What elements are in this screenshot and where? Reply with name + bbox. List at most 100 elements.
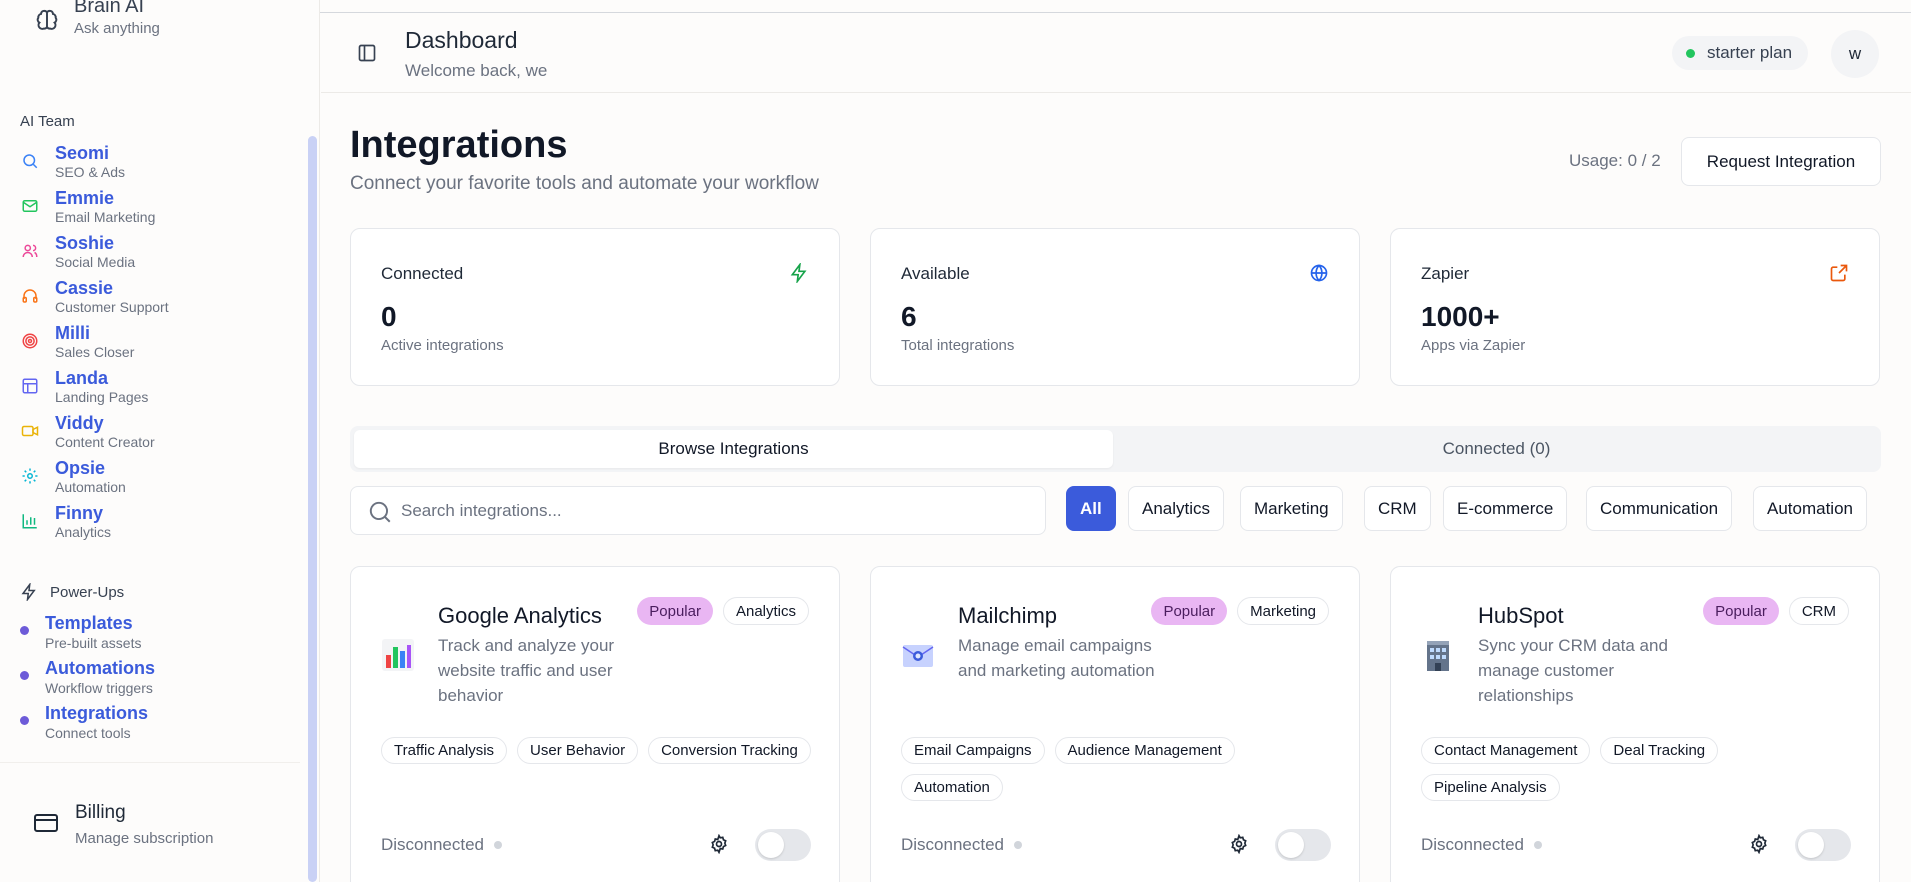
plan-text: starter plan bbox=[1707, 43, 1793, 62]
brand-name: Brain AI bbox=[74, 0, 145, 17]
sidebar-item-opsie[interactable]: Opsie Automation bbox=[20, 458, 290, 502]
stat-value: 0 bbox=[381, 301, 397, 332]
dot-icon bbox=[20, 671, 29, 680]
power-ups-label: Power-Ups bbox=[20, 583, 124, 601]
filter-communication[interactable]: Communication bbox=[1586, 486, 1733, 531]
dot-icon bbox=[20, 626, 29, 635]
stat-desc: Apps via Zapier bbox=[1421, 337, 1526, 354]
powerup-desc: Connect tools bbox=[45, 725, 131, 741]
feature-tag: Traffic Analysis bbox=[381, 737, 508, 764]
ai-team-label: AI Team bbox=[20, 113, 75, 130]
stat-label: Connected bbox=[381, 264, 464, 283]
agent-desc: Automation bbox=[55, 479, 126, 495]
connect-toggle[interactable] bbox=[1275, 829, 1331, 861]
status-text: Disconnected bbox=[901, 835, 1005, 854]
sidebar: Brain AI Ask anything AI Team Seomi SEO &… bbox=[0, 0, 320, 882]
target-icon bbox=[20, 331, 40, 351]
sidebar-item-emmie[interactable]: Emmie Email Marketing bbox=[20, 188, 290, 232]
status-dot-icon bbox=[1686, 48, 1695, 58]
powerup-name: Automations bbox=[45, 658, 155, 678]
plan-badge[interactable]: starter plan bbox=[1672, 36, 1809, 70]
sidebar-item-templates[interactable]: Templates Pre-built assets bbox=[20, 612, 141, 652]
sidebar-item-automations[interactable]: Automations Workflow triggers bbox=[20, 657, 155, 697]
gear-icon[interactable] bbox=[1749, 833, 1769, 859]
sidebar-item-landa[interactable]: Landa Landing Pages bbox=[20, 368, 290, 412]
agent-name: Finny bbox=[55, 503, 103, 523]
brand[interactable]: Brain AI Ask anything bbox=[32, 0, 160, 48]
filter-crm[interactable]: CRM bbox=[1364, 486, 1431, 531]
external-link-icon[interactable] bbox=[1829, 263, 1849, 288]
filter-automation[interactable]: Automation bbox=[1753, 486, 1867, 531]
sidebar-item-viddy[interactable]: Viddy Content Creator bbox=[20, 413, 290, 457]
header-title: Dashboard bbox=[405, 27, 518, 53]
brand-subtitle: Ask anything bbox=[74, 19, 160, 37]
powerup-desc: Workflow triggers bbox=[45, 680, 153, 696]
agent-desc: Social Media bbox=[55, 254, 136, 270]
sidebar-item-integrations[interactable]: Integrations Connect tools bbox=[20, 702, 148, 742]
agent-name: Seomi bbox=[55, 143, 110, 163]
page-title: Integrations bbox=[350, 124, 568, 166]
top-header: Dashboard Welcome back, we starter plan … bbox=[321, 13, 1911, 93]
sidebar-item-milli[interactable]: Milli Sales Closer bbox=[20, 323, 290, 367]
agent-desc: Email Marketing bbox=[55, 209, 156, 225]
globe-icon bbox=[1309, 263, 1329, 288]
toggle-knob bbox=[758, 832, 784, 858]
agent-desc: Sales Closer bbox=[55, 344, 135, 360]
connect-toggle[interactable] bbox=[755, 829, 811, 861]
dot-icon bbox=[20, 716, 29, 725]
zap-icon bbox=[20, 583, 38, 601]
stat-card-zapier: Zapier 1000+ Apps via Zapier bbox=[1390, 228, 1880, 386]
layout-icon bbox=[20, 376, 40, 396]
gear-icon[interactable] bbox=[1229, 833, 1249, 859]
popular-badge: Popular bbox=[1703, 597, 1779, 625]
feature-tag: Pipeline Analysis bbox=[1421, 774, 1560, 801]
filter-analytics[interactable]: Analytics bbox=[1128, 486, 1225, 531]
sidebar-item-soshie[interactable]: Soshie Social Media bbox=[20, 233, 290, 277]
popular-badge: Popular bbox=[1151, 597, 1228, 625]
billing-link[interactable]: Billing Manage subscription bbox=[0, 762, 300, 882]
filter-all[interactable]: All bbox=[1066, 486, 1116, 531]
gear-icon bbox=[20, 466, 40, 486]
video-icon bbox=[20, 421, 40, 441]
tab-connected[interactable]: Connected (0) bbox=[1117, 430, 1876, 468]
agent-name: Landa bbox=[55, 368, 109, 388]
connect-toggle[interactable] bbox=[1795, 829, 1851, 861]
feature-tag: User Behavior bbox=[517, 737, 639, 764]
bar-chart-icon bbox=[20, 511, 40, 531]
tab-browse-integrations[interactable]: Browse Integrations bbox=[354, 430, 1113, 468]
sidebar-scrollbar[interactable] bbox=[308, 136, 317, 882]
building-logo-icon bbox=[1421, 637, 1455, 673]
stat-label: Available bbox=[901, 264, 970, 283]
status-dot-icon bbox=[1534, 841, 1543, 849]
sidebar-toggle-icon[interactable] bbox=[357, 43, 377, 68]
integration-card-mailchimp: Mailchimp Popular Marketing Manage email … bbox=[870, 566, 1360, 882]
integration-card-hubspot: HubSpot Popular CRM Sync your CRM data an… bbox=[1390, 566, 1880, 882]
gear-icon[interactable] bbox=[709, 833, 729, 859]
agent-name: Cassie bbox=[55, 278, 114, 298]
filter-ecommerce[interactable]: E-commerce bbox=[1443, 486, 1568, 531]
billing-name: Billing bbox=[75, 802, 126, 823]
feature-tag: Contact Management bbox=[1421, 737, 1591, 764]
sidebar-item-cassie[interactable]: Cassie Customer Support bbox=[20, 278, 290, 322]
feature-tag: Automation bbox=[901, 774, 1003, 801]
status-dot-icon bbox=[494, 841, 503, 849]
sidebar-item-seomi[interactable]: Seomi SEO & Ads bbox=[20, 143, 290, 187]
search-box bbox=[350, 486, 1046, 535]
sidebar-item-finny[interactable]: Finny Analytics bbox=[20, 503, 290, 547]
request-integration-button[interactable]: Request Integration bbox=[1681, 137, 1881, 186]
connection-status: Disconnected bbox=[901, 835, 1023, 855]
search-input[interactable] bbox=[401, 497, 1021, 525]
billing-desc: Manage subscription bbox=[75, 830, 214, 847]
stat-value: 1000+ bbox=[1421, 301, 1500, 332]
powerup-desc: Pre-built assets bbox=[45, 635, 142, 651]
stat-card-connected: Connected 0 Active integrations bbox=[350, 228, 840, 386]
brain-icon bbox=[32, 6, 62, 36]
stat-value: 6 bbox=[901, 301, 917, 332]
avatar[interactable]: w bbox=[1831, 30, 1879, 78]
filter-marketing[interactable]: Marketing bbox=[1240, 486, 1343, 531]
agent-name: Milli bbox=[55, 323, 90, 343]
integration-desc: Sync your CRM data and manage customer r… bbox=[1478, 636, 1668, 705]
power-ups-text: Power-Ups bbox=[50, 583, 125, 601]
stat-desc: Total integrations bbox=[901, 337, 1015, 354]
stat-label: Zapier bbox=[1421, 264, 1470, 283]
